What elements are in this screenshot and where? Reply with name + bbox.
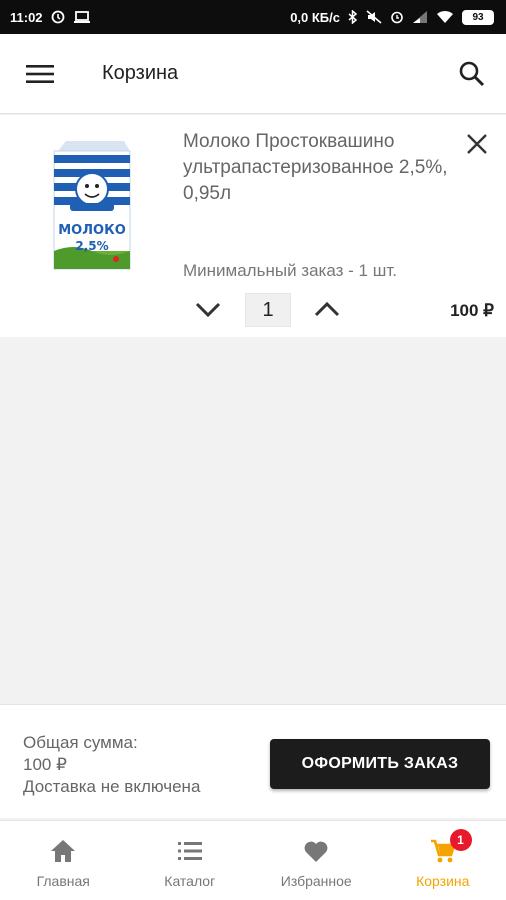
- status-time: 11:02: [10, 9, 43, 25]
- product-image-fat: 2,5%: [75, 239, 109, 253]
- product-name[interactable]: Молоко Простоквашино ультрапастеризованн…: [183, 129, 453, 207]
- delivery-note: Доставка не включена: [23, 777, 201, 796]
- menu-icon[interactable]: [26, 64, 54, 84]
- nav-item-catalog[interactable]: Каталог: [127, 821, 254, 900]
- chevron-up-icon[interactable]: [313, 298, 341, 320]
- bottom-nav: Главная Каталог Избранное 1 Корзина: [0, 820, 506, 900]
- battery-icon: 93: [462, 9, 494, 25]
- min-order-text: Минимальный заказ - 1 шт.: [183, 261, 397, 280]
- cart-item: МОЛОКО 2,5% Молоко Простоквашино ультрап…: [0, 115, 506, 337]
- order-summary: Общая сумма: 100 ₽ Доставка не включена …: [0, 704, 506, 818]
- home-icon: [49, 837, 77, 865]
- list-icon: [176, 837, 204, 865]
- total-label: Общая сумма:: [23, 733, 138, 752]
- status-bar: 11:02 0,0 КБ/с 93: [0, 0, 506, 34]
- nav-item-favorites[interactable]: Избранное: [253, 821, 380, 900]
- bluetooth-icon: [348, 10, 358, 24]
- quantity-value[interactable]: 1: [245, 293, 291, 327]
- nav-label-home: Главная: [36, 873, 90, 889]
- product-image[interactable]: МОЛОКО 2,5%: [46, 139, 136, 279]
- checkout-button[interactable]: ОФОРМИТЬ ЗАКАЗ: [270, 739, 490, 789]
- network-speed: 0,0 КБ/с: [290, 9, 340, 25]
- product-image-label: МОЛОКО: [58, 223, 126, 238]
- shield-icon: [51, 10, 65, 24]
- nav-label-catalog: Каталог: [164, 873, 216, 889]
- nav-item-cart[interactable]: 1 Корзина: [380, 821, 506, 900]
- wifi-icon: [436, 10, 454, 24]
- app-bar: Корзина: [0, 34, 506, 114]
- item-price: 100 ₽: [450, 301, 494, 320]
- signal-icon: [412, 10, 428, 24]
- nav-item-home[interactable]: Главная: [0, 821, 127, 900]
- page-title: Корзина: [102, 62, 179, 84]
- search-icon[interactable]: [458, 60, 486, 88]
- nav-label-cart: Корзина: [416, 873, 470, 889]
- nav-label-favorites: Избранное: [280, 873, 352, 889]
- alarm-icon: [390, 10, 404, 24]
- laptop-icon: [73, 10, 91, 24]
- heart-icon: [302, 837, 330, 865]
- cart-badge: 1: [449, 829, 472, 851]
- close-icon[interactable]: [466, 133, 488, 155]
- no-sound-icon: [366, 10, 382, 24]
- total-value: 100 ₽: [23, 755, 67, 774]
- chevron-down-icon[interactable]: [194, 298, 222, 320]
